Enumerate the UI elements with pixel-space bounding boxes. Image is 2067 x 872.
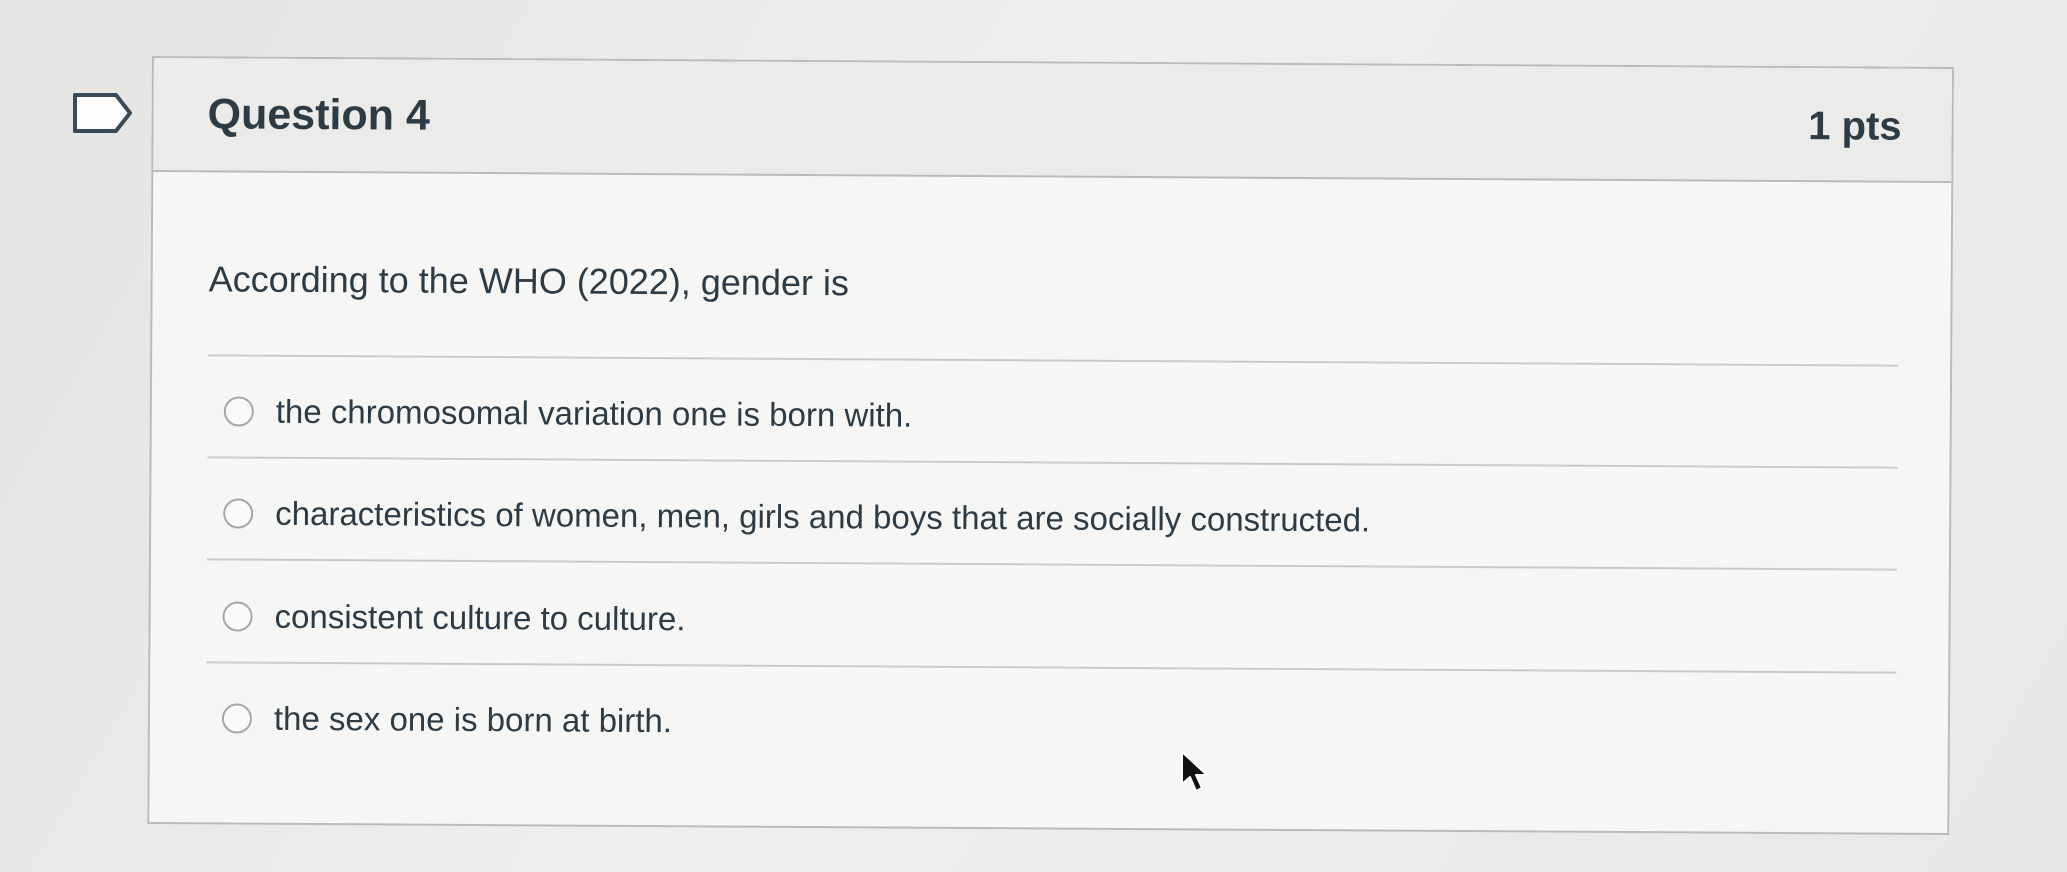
answer-label[interactable]: the sex one is born at birth. — [274, 700, 672, 740]
question-prompt: According to the WHO (2022), gender is — [208, 258, 850, 304]
answer-label[interactable]: the chromosomal variation one is born wi… — [276, 393, 913, 435]
answer-label[interactable]: consistent culture to culture. — [274, 598, 685, 639]
question-title: Question 4 — [207, 90, 430, 140]
answer-divider — [208, 354, 1899, 367]
question-header: Question 4 1 pts — [153, 58, 1952, 183]
answer-option-3[interactable]: consistent culture to culture. — [206, 586, 1896, 656]
answer-divider — [207, 456, 1898, 469]
answer-option-2[interactable]: characteristics of women, men, girls and… — [207, 483, 1897, 553]
answer-option-1[interactable]: the chromosomal variation one is born wi… — [208, 381, 1898, 451]
radio-icon[interactable] — [222, 601, 253, 632]
flag-question-icon[interactable] — [72, 92, 134, 134]
answer-label[interactable]: characteristics of women, men, girls and… — [275, 495, 1370, 540]
answer-divider — [206, 661, 1897, 674]
answer-option-4[interactable]: the sex one is born at birth. — [206, 688, 1896, 758]
mouse-cursor-icon — [1181, 751, 1208, 792]
question-card: Question 4 1 pts According to the WHO (2… — [147, 56, 1954, 835]
radio-icon[interactable] — [223, 498, 254, 529]
answer-divider — [206, 558, 1897, 571]
question-points: 1 pts — [1808, 104, 1902, 149]
radio-icon[interactable] — [223, 396, 254, 427]
radio-icon[interactable] — [221, 703, 253, 734]
